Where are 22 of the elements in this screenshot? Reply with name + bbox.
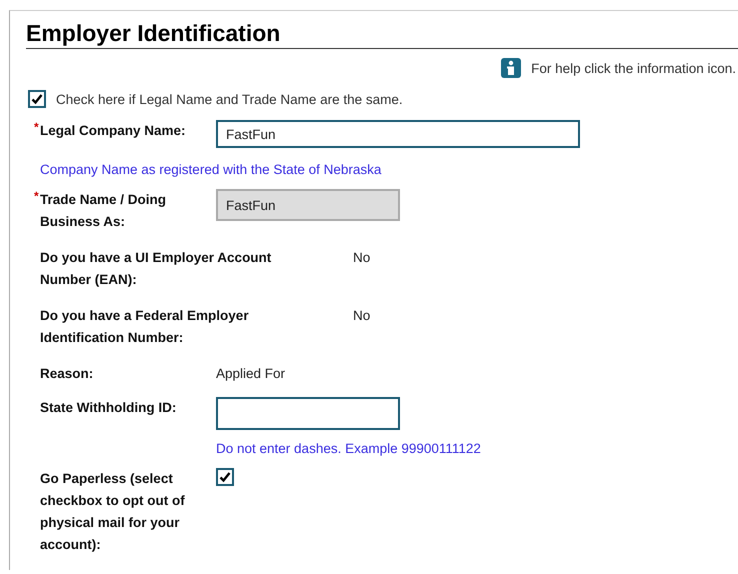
input-field[interactable]: FastFun xyxy=(216,120,580,148)
help-text: For help click the information icon. xyxy=(531,60,736,76)
checkbox-label: Check here if Legal Name and Trade Name are the same. xyxy=(56,92,403,106)
field-label: Do you have a Federal Employer Identification Number: xyxy=(40,308,249,345)
field-label: Do you have a UI Employer Account Number (EAN): xyxy=(40,250,272,287)
required-mark: * xyxy=(34,188,39,205)
info-icon[interactable] xyxy=(501,58,522,78)
field-label: Go Paperless (select checkbox to opt out of physical mail for your account): xyxy=(40,471,185,552)
field-value: No xyxy=(353,307,370,325)
field-label: Legal Company Name: xyxy=(40,123,186,138)
field-label: Reason: xyxy=(40,366,94,381)
field-label: Trade Name / Doing Business As: xyxy=(40,192,166,229)
hint-text: Do not enter dashes. Example 99900111122 xyxy=(216,441,481,456)
checkbox[interactable] xyxy=(28,90,46,108)
hint-text: Company Name as registered with the State of Nebraska xyxy=(40,162,382,177)
section-heading: Employer Identification xyxy=(26,19,738,49)
field-value: Applied For xyxy=(216,365,286,383)
field-label: State Withholding ID: xyxy=(40,400,176,415)
field-value: No xyxy=(353,249,370,267)
checkbox[interactable] xyxy=(216,468,234,486)
input-field[interactable] xyxy=(216,397,400,430)
required-mark: * xyxy=(34,119,39,136)
